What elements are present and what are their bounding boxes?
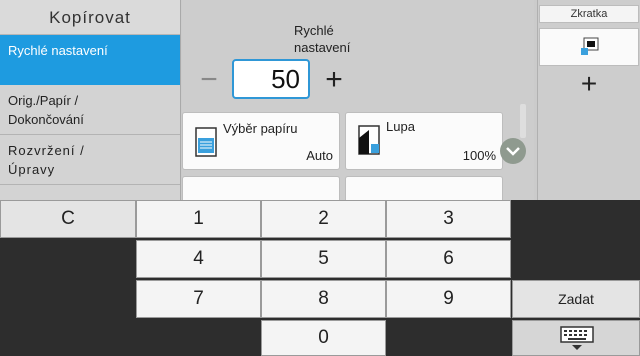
decrement-button[interactable]: − [192,65,226,97]
shortcut-panel: Zkratka + [537,0,640,200]
digit-key-4[interactable]: 4 [136,240,261,278]
shortcut-header: Zkratka [539,5,639,23]
tile-label: Lupa [386,119,415,134]
digit-key-7[interactable]: 7 [136,280,261,318]
nav-item-label: Rozvržení /Úpravy [8,143,85,177]
enter-key[interactable]: Zadat [512,280,640,318]
paper-selection-tile[interactable]: Výběr papíru Auto [182,112,340,170]
nav-item-layout-edit[interactable]: Rozvržení /Úpravy [0,135,180,185]
digit-key-6[interactable]: 6 [386,240,511,278]
digit-key-8[interactable]: 8 [261,280,386,318]
shortcut-icon [580,37,600,62]
tile-label: Výběr papíru [223,121,298,136]
digit-key-0[interactable]: 0 [261,320,386,356]
add-shortcut-button[interactable]: + [539,68,639,100]
scroll-down-button[interactable] [500,138,526,164]
chevron-down-icon [505,144,521,163]
nav-item-quick-settings[interactable]: Rychlé nastavení [0,35,180,85]
keyboard-button[interactable] [512,320,640,356]
digit-key-1[interactable]: 1 [136,200,261,238]
zoom-page-icon [358,125,382,160]
shortcut-button[interactable] [539,28,639,66]
tile-value: Auto [306,148,333,163]
scroll-indicator [520,104,526,138]
clear-key[interactable]: C [0,200,136,238]
nav-item-label: Orig./Papír / Dokončování [8,93,84,127]
quick-setting-label: Rychlé nastavení [294,23,351,55]
digit-key-2[interactable]: 2 [261,200,386,238]
tile-value: 100% [462,148,496,163]
increment-button[interactable]: + [317,65,351,97]
numeric-keypad: C 1 2 3 4 5 6 7 8 9 Zadat 0 [0,200,640,356]
nav-item-original-paper-finishing[interactable]: Orig./Papír / Dokončování [0,85,180,135]
settings-area: Rychlé nastavení − 50 + Výběr papíru Aut… [182,0,534,206]
nav-title: Kopírovat [0,0,180,35]
zoom-tile[interactable]: Lupa 100% [345,112,503,170]
copies-stepper: − 50 + [192,59,392,99]
digit-key-9[interactable]: 9 [386,280,511,318]
paper-tray-icon [195,127,217,162]
top-panel: Kopírovat Rychlé nastavení Orig./Papír /… [0,0,640,206]
left-navigation: Kopírovat Rychlé nastavení Orig./Papír /… [0,0,181,200]
digit-key-5[interactable]: 5 [261,240,386,278]
keyboard-icon [559,325,595,356]
digit-key-3[interactable]: 3 [386,200,511,238]
copies-input[interactable]: 50 [232,59,310,99]
